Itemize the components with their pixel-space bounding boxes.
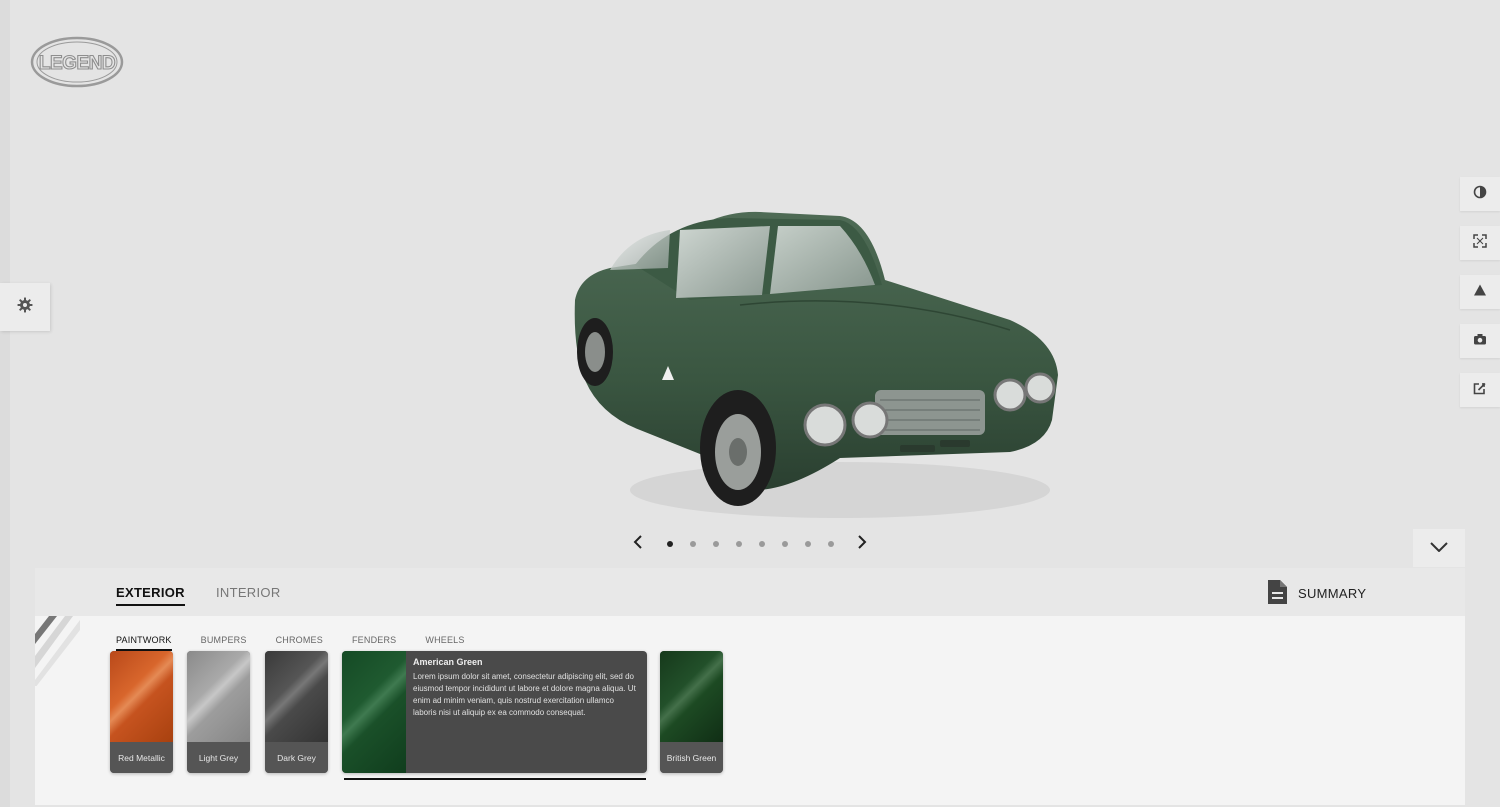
carousel-dot[interactable] [689,541,696,547]
swatch-name: Light Grey [187,742,250,773]
carousel-prev-button[interactable] [630,534,646,554]
swatch-name: Red Metallic [110,742,173,773]
subtab-bar: PAINTWORK BUMPERS CHROMES FENDERS WHEELS [116,635,465,651]
swatch-name: Dark Grey [265,742,328,773]
swatch-color-chip [660,651,723,742]
chevron-right-icon [857,534,867,554]
carousel-dot[interactable] [712,541,719,547]
tab-exterior[interactable]: EXTERIOR [116,585,185,606]
swatch-description-title: American Green [413,657,483,667]
swatch-color-chip [187,651,250,742]
carousel-next-button[interactable] [854,534,870,554]
fullscreen-button[interactable] [1460,226,1500,260]
left-edge [0,0,10,807]
panel-header: EXTERIOR INTERIOR SUMMARY [35,568,1465,616]
carousel-dot[interactable] [666,541,673,547]
swatch-light-grey[interactable]: Light Grey [187,651,250,773]
subtab-wheels[interactable]: WHEELS [425,635,464,649]
subtab-chromes[interactable]: CHROMES [276,635,323,649]
swatch-dark-grey[interactable]: Dark Grey [265,651,328,773]
contrast-icon [1473,185,1487,204]
carousel-dot[interactable] [758,541,765,547]
legend-logo[interactable]: LEGEND [30,36,124,88]
summary-button[interactable]: SUMMARY [1266,579,1366,608]
contrast-button[interactable] [1460,177,1500,211]
swatch-british-green[interactable]: British Green [660,651,723,773]
ar-button[interactable] [1460,275,1500,309]
carousel-dots [658,541,842,547]
carousel-dot[interactable] [735,541,742,547]
selected-swatch-indicator [344,778,646,780]
settings-button[interactable] [0,283,50,331]
swatch-color-chip [265,651,328,742]
configurator-panel: EXTERIOR INTERIOR SUMMARY PAINTWORK BUMP… [35,568,1465,805]
swatch-description-text: Lorem ipsum dolor sit amet, consectetur … [413,672,636,717]
ar-icon [1473,283,1487,302]
carousel-dot[interactable] [827,541,834,547]
swatch-red-metallic[interactable]: Red Metallic [110,651,173,773]
swatch-color-chip [342,651,406,773]
share-icon [1473,381,1487,400]
swatch-color-chip [110,651,173,742]
chevron-left-icon [633,534,643,554]
svg-text:LEGEND: LEGEND [39,53,115,74]
side-toolbar [1460,177,1500,422]
subtab-bumpers[interactable]: BUMPERS [201,635,247,649]
subtab-paintwork[interactable]: PAINTWORK [116,635,172,651]
fullscreen-icon [1473,233,1487,253]
tab-interior[interactable]: INTERIOR [216,585,281,600]
camera-icon [1473,332,1487,351]
subtab-fenders[interactable]: FENDERS [352,635,396,649]
camera-button[interactable] [1460,324,1500,358]
swatch-name: British Green [660,742,723,773]
carousel-dot[interactable] [781,541,788,547]
gear-icon [17,297,33,318]
share-button[interactable] [1460,373,1500,407]
chevron-down-icon [1430,539,1448,557]
swatch-american-green[interactable]: American Green Lorem ipsum dolor sit ame… [342,651,647,773]
carousel-dot[interactable] [804,541,811,547]
summary-label: SUMMARY [1298,586,1367,601]
swatch-description: American Green Lorem ipsum dolor sit ame… [413,657,638,719]
collapse-panel-button[interactable] [1413,529,1465,567]
decorative-stripes [35,616,80,686]
view-carousel [630,534,870,554]
document-icon [1266,579,1288,608]
car-3d-view[interactable] [540,190,1100,530]
